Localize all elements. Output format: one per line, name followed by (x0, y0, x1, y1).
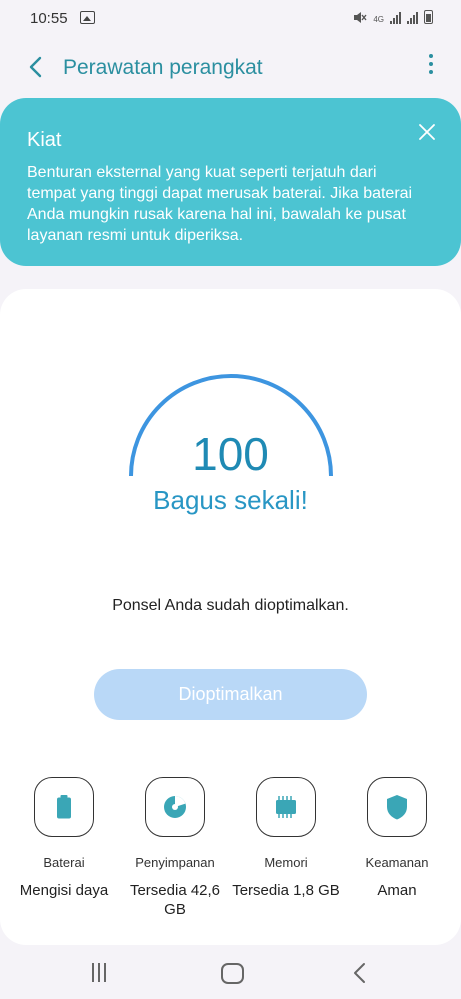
category-memory[interactable]: Memori Tersedia 1,8 GB (231, 777, 341, 900)
category-label: Memori (264, 855, 308, 870)
back-arrow-icon[interactable] (22, 52, 52, 82)
more-options-icon[interactable] (423, 54, 439, 82)
tip-title: Kiat (27, 129, 62, 151)
status-time: 10:55 (30, 10, 68, 27)
category-value: Tersedia 42,6 GB (129, 882, 221, 918)
main-card: 100 Bagus sekali! Ponsel Anda sudah diop… (0, 289, 461, 945)
page-title: Perawatan perangkat (63, 56, 263, 79)
battery-icon (34, 777, 94, 837)
status-bar: 10:55 4G (0, 0, 461, 36)
app-bar: Perawatan perangkat (0, 40, 461, 96)
category-label: Baterai (43, 855, 85, 870)
mute-icon (354, 12, 367, 23)
recent-apps-icon[interactable] (92, 963, 112, 983)
signal-icon-2 (407, 12, 418, 24)
close-icon[interactable] (417, 122, 437, 142)
category-battery[interactable]: Baterai Mengisi daya (9, 777, 119, 900)
tip-text: Benturan eksternal yang kuat seperti ter… (27, 164, 413, 244)
network-type: 4G (373, 15, 384, 24)
signal-icon (390, 12, 401, 24)
score-value: 100 (192, 428, 269, 480)
back-icon[interactable] (351, 962, 369, 984)
shield-icon (367, 777, 427, 837)
category-label: Keamanan (365, 855, 429, 870)
home-icon[interactable] (221, 963, 244, 984)
category-value: Mengisi daya (19, 882, 109, 899)
category-storage[interactable]: Penyimpanan Tersedia 42,6 GB (120, 777, 230, 919)
category-label: Penyimpanan (135, 855, 215, 870)
battery-status-icon (424, 10, 433, 24)
category-security[interactable]: Keamanan Aman (342, 777, 452, 900)
storage-icon (145, 777, 205, 837)
category-value: Tersedia 1,8 GB (232, 882, 340, 899)
optimize-button[interactable]: Dioptimalkan (94, 669, 367, 720)
category-value: Aman (377, 882, 417, 899)
navigation-bar (0, 947, 461, 999)
status-message: Ponsel Anda sudah dioptimalkan. (112, 597, 349, 614)
tip-card: Kiat Benturan eksternal yang kuat sepert… (0, 98, 461, 266)
memory-icon (256, 777, 316, 837)
status-icons: 4G (353, 10, 433, 24)
gallery-notification-icon (80, 11, 95, 24)
score-rating: Bagus sekali! (153, 485, 308, 515)
